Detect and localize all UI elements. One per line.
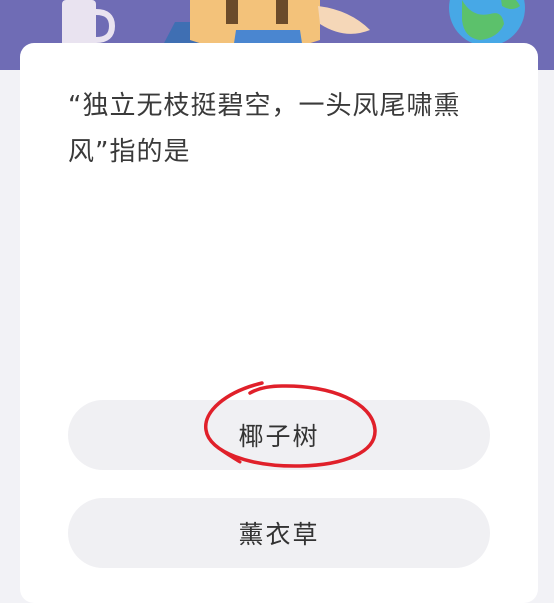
option-label: 椰子树 [238,422,320,451]
question-text: “独立无枝挺碧空，一头凤尾啸熏风”指的是 [68,91,461,167]
option-button-2[interactable]: 薰衣草 [68,498,490,568]
question-card: “独立无枝挺碧空，一头凤尾啸熏风”指的是 椰子树 薰衣草 [20,43,538,603]
option-label: 薰衣草 [238,520,320,549]
mug-icon [62,0,116,48]
option-button-1[interactable]: 椰子树 [68,400,490,470]
globe-icon [449,0,525,46]
